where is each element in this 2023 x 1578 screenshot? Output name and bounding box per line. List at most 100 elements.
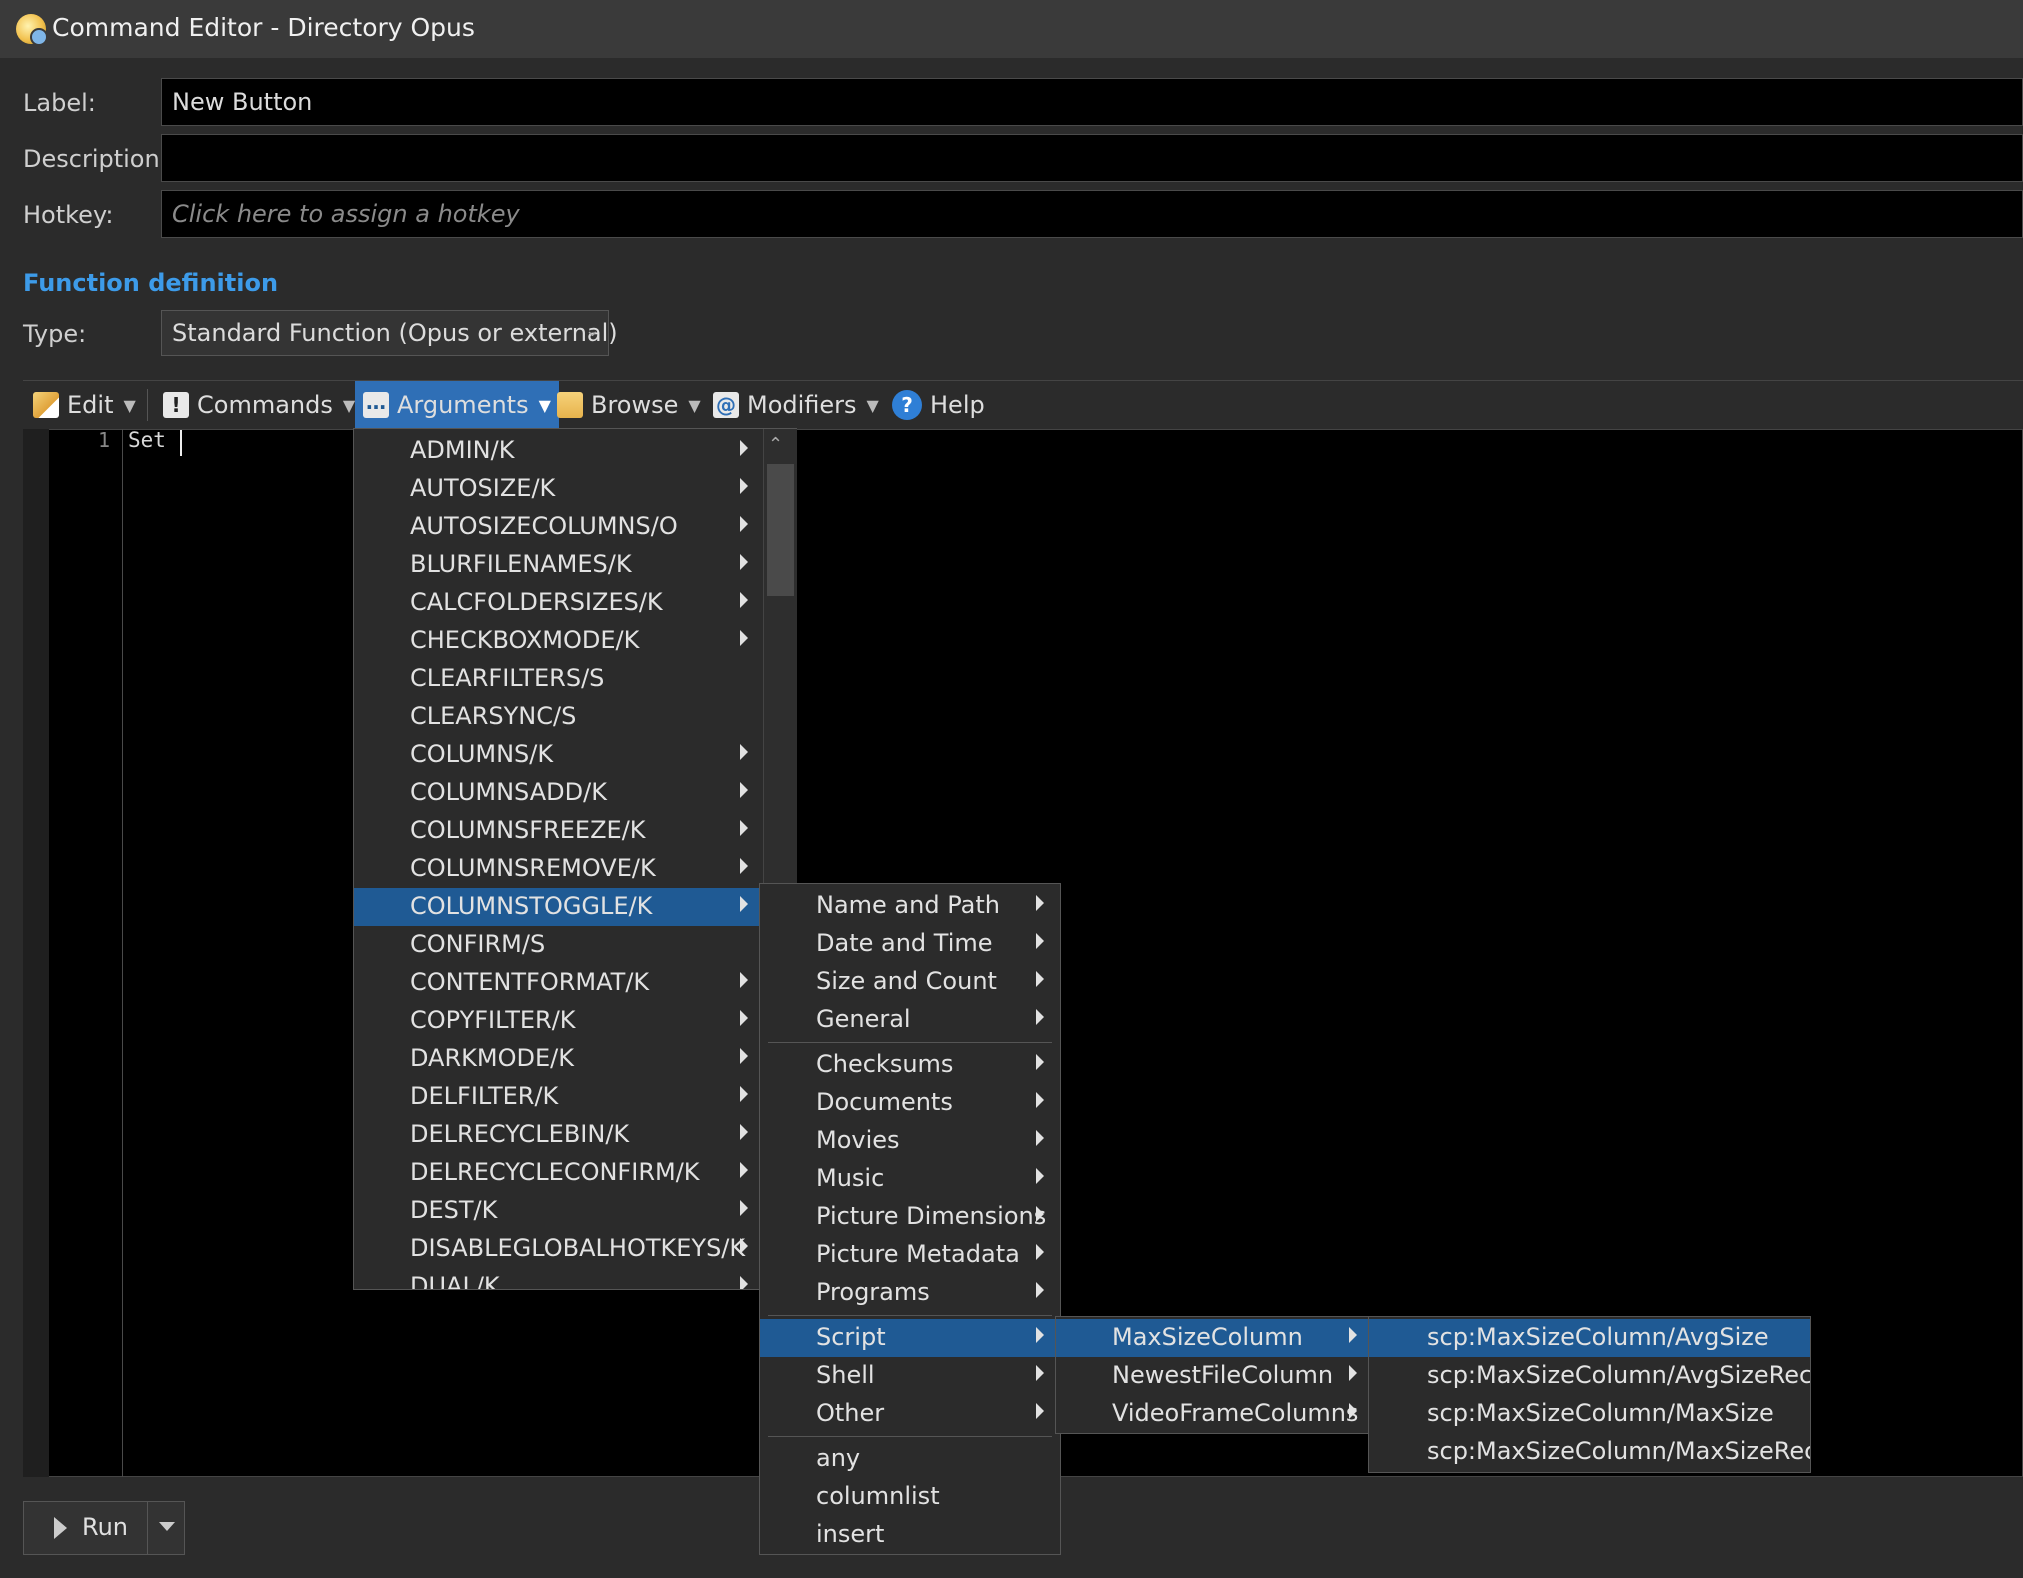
menu-item-picture-dimensions[interactable]: Picture Dimensions [760, 1198, 1060, 1236]
scrollbar-thumb[interactable] [767, 464, 794, 596]
modifiers-menu-button[interactable]: @ Modifiers ▼ [713, 381, 879, 429]
commands-menu-button[interactable]: ! Commands ▼ [163, 381, 355, 429]
arguments-label: Arguments [397, 391, 529, 419]
caret-down-icon: ▼ [866, 395, 879, 415]
menu-item-columnsadd-k[interactable]: COLUMNSADD/K [354, 774, 796, 812]
menu-item-darkmode-k[interactable]: DARKMODE/K [354, 1040, 796, 1078]
code-line[interactable]: Set [128, 428, 179, 452]
menu-item-delrecyclebin-k[interactable]: DELRECYCLEBIN/K [354, 1116, 796, 1154]
submenu-arrow-icon [1036, 1009, 1044, 1025]
menu-item-dest-k[interactable]: DEST/K [354, 1192, 796, 1230]
menu-item-date-and-time[interactable]: Date and Time [760, 925, 1060, 963]
menu-item-label: Documents [816, 1088, 953, 1116]
menu-item-label: DELRECYCLEBIN/K [410, 1120, 630, 1148]
description-input[interactable] [161, 134, 2023, 182]
submenu-arrow-icon [1036, 1092, 1044, 1108]
columnstoggle-submenu: Name and Path Date and Time Size and Count… [759, 883, 1061, 1555]
menu-item-music[interactable]: Music [760, 1160, 1060, 1198]
submenu-arrow-icon [740, 1276, 748, 1289]
menu-item-any[interactable]: any [760, 1440, 1060, 1478]
menu-item-delrecycleconfirm-k[interactable]: DELRECYCLECONFIRM/K [354, 1154, 796, 1192]
menu-item-other[interactable]: Other [760, 1395, 1060, 1433]
menu-item-insert[interactable]: insert [760, 1516, 1060, 1554]
menu-item-label: AUTOSIZECOLUMNS/O [410, 512, 678, 540]
menu-item-movies[interactable]: Movies [760, 1122, 1060, 1160]
hotkey-placeholder: Click here to assign a hotkey [172, 200, 520, 228]
menu-item-script[interactable]: Script [760, 1319, 1060, 1357]
menu-item-columnsfreeze-k[interactable]: COLUMNSFREEZE/K [354, 812, 796, 850]
toolbar-divider [147, 389, 148, 421]
play-icon [54, 1517, 67, 1539]
arguments-menu-button[interactable]: … Arguments ▼ [355, 381, 559, 429]
chevron-down-icon: ⌄ [584, 320, 600, 341]
menu-item-disableglobalhotkeys-k[interactable]: DISABLEGLOBALHOTKEYS/K [354, 1230, 796, 1268]
menu-item-autosize-k[interactable]: AUTOSIZE/K [354, 470, 796, 508]
menu-item-checkboxmode-k[interactable]: CHECKBOXMODE/K [354, 622, 796, 660]
menu-item-confirm-s[interactable]: CONFIRM/S [354, 926, 796, 964]
menu-item-picture-metadata[interactable]: Picture Metadata [760, 1236, 1060, 1274]
run-button[interactable]: Run [23, 1501, 148, 1555]
arguments-dropdown-menu: ADMIN/K AUTOSIZE/K AUTOSIZECOLUMNS/O BLURFI… [353, 428, 797, 1290]
arguments-icon: … [363, 392, 389, 418]
help-label: Help [930, 391, 985, 419]
menu-item-columns-k[interactable]: COLUMNS/K [354, 736, 796, 774]
menu-item-columnlist[interactable]: columnlist [760, 1478, 1060, 1516]
menu-item-videoframecolumns[interactable]: VideoFrameColumns [1056, 1395, 1368, 1433]
menu-item-label: any [816, 1444, 861, 1472]
menu-item-label: DELFILTER/K [410, 1082, 559, 1110]
menu-item-copyfilter-k[interactable]: COPYFILTER/K [354, 1002, 796, 1040]
menu-item-clearfilters-s[interactable]: CLEARFILTERS/S [354, 660, 796, 698]
menu-item-scp-maxsizecolumn-maxsize[interactable]: scp:MaxSizeColumn/MaxSize [1369, 1395, 1810, 1433]
menu-item-columnsremove-k[interactable]: COLUMNSREMOVE/K [354, 850, 796, 888]
menu-item-label: CLEARFILTERS/S [410, 664, 605, 692]
help-button[interactable]: ? Help [892, 381, 985, 429]
type-select[interactable]: Standard Function (Opus or external) ⌄ [161, 310, 618, 356]
label-field-label: Label: [23, 89, 96, 117]
menu-item-dual-k[interactable]: DUAL/K [354, 1268, 796, 1289]
menu-item-label: Picture Dimensions [816, 1202, 1047, 1230]
menu-item-blurfilenames-k[interactable]: BLURFILENAMES/K [354, 546, 796, 584]
menu-item-label: scp:MaxSizeColumn/AvgSize [1427, 1323, 1769, 1351]
exclamation-icon: ! [163, 392, 189, 418]
edit-menu-button[interactable]: Edit ▼ [33, 381, 136, 429]
menu-item-label: CLEARSYNC/S [410, 702, 577, 730]
menu-item-checksums[interactable]: Checksums [760, 1046, 1060, 1084]
type-field-label: Type: [23, 320, 87, 348]
hotkey-input[interactable]: Click here to assign a hotkey [161, 190, 2023, 238]
editor-margin [23, 429, 49, 1477]
menu-item-contentformat-k[interactable]: CONTENTFORMAT/K [354, 964, 796, 1002]
submenu-arrow-icon [1036, 971, 1044, 987]
menu-item-clearsync-s[interactable]: CLEARSYNC/S [354, 698, 796, 736]
menu-item-scp-maxsizecolumn-maxsizerec[interactable]: scp:MaxSizeColumn/MaxSizeRec [1369, 1433, 1810, 1471]
menu-item-name-and-path[interactable]: Name and Path [760, 887, 1060, 925]
menu-item-delfilter-k[interactable]: DELFILTER/K [354, 1078, 796, 1116]
menu-item-columnstoggle-k[interactable]: COLUMNSTOGGLE/K [354, 888, 796, 926]
submenu-arrow-icon [740, 744, 748, 760]
menu-item-admin-k[interactable]: ADMIN/K [354, 432, 796, 470]
submenu-arrow-icon [740, 782, 748, 798]
help-icon: ? [892, 390, 922, 420]
menu-item-scp-maxsizecolumn-avgsize[interactable]: scp:MaxSizeColumn/AvgSize [1369, 1319, 1810, 1357]
menu-item-general[interactable]: General [760, 1001, 1060, 1039]
submenu-arrow-icon [740, 592, 748, 608]
menu-item-autosizecolumns-o[interactable]: AUTOSIZECOLUMNS/O [354, 508, 796, 546]
type-select-value: Standard Function (Opus or external) [172, 319, 618, 347]
menu-item-shell[interactable]: Shell [760, 1357, 1060, 1395]
menu-item-size-and-count[interactable]: Size and Count [760, 963, 1060, 1001]
run-dropdown-button[interactable] [147, 1501, 185, 1555]
menu-item-maxsizecolumn[interactable]: MaxSizeColumn [1056, 1319, 1368, 1357]
label-input[interactable]: New Button [161, 78, 2023, 126]
menu-item-newestfilecolumn[interactable]: NewestFileColumn [1056, 1357, 1368, 1395]
menu-item-scp-maxsizecolumn-avgsizerec[interactable]: scp:MaxSizeColumn/AvgSizeRec [1369, 1357, 1810, 1395]
directory-opus-app-icon [16, 14, 48, 46]
caret-down-icon: ▼ [688, 395, 701, 415]
menu-item-label: CONTENTFORMAT/K [410, 968, 650, 996]
scroll-up-icon[interactable]: ⌃ [768, 434, 783, 455]
menu-item-documents[interactable]: Documents [760, 1084, 1060, 1122]
menu-item-label: CALCFOLDERSIZES/K [410, 588, 663, 616]
menu-item-programs[interactable]: Programs [760, 1274, 1060, 1312]
menu-item-label: Music [816, 1164, 885, 1192]
menu-separator [768, 1042, 1052, 1043]
menu-item-calcfoldersizes-k[interactable]: CALCFOLDERSIZES/K [354, 584, 796, 622]
browse-menu-button[interactable]: Browse ▼ [557, 381, 701, 429]
